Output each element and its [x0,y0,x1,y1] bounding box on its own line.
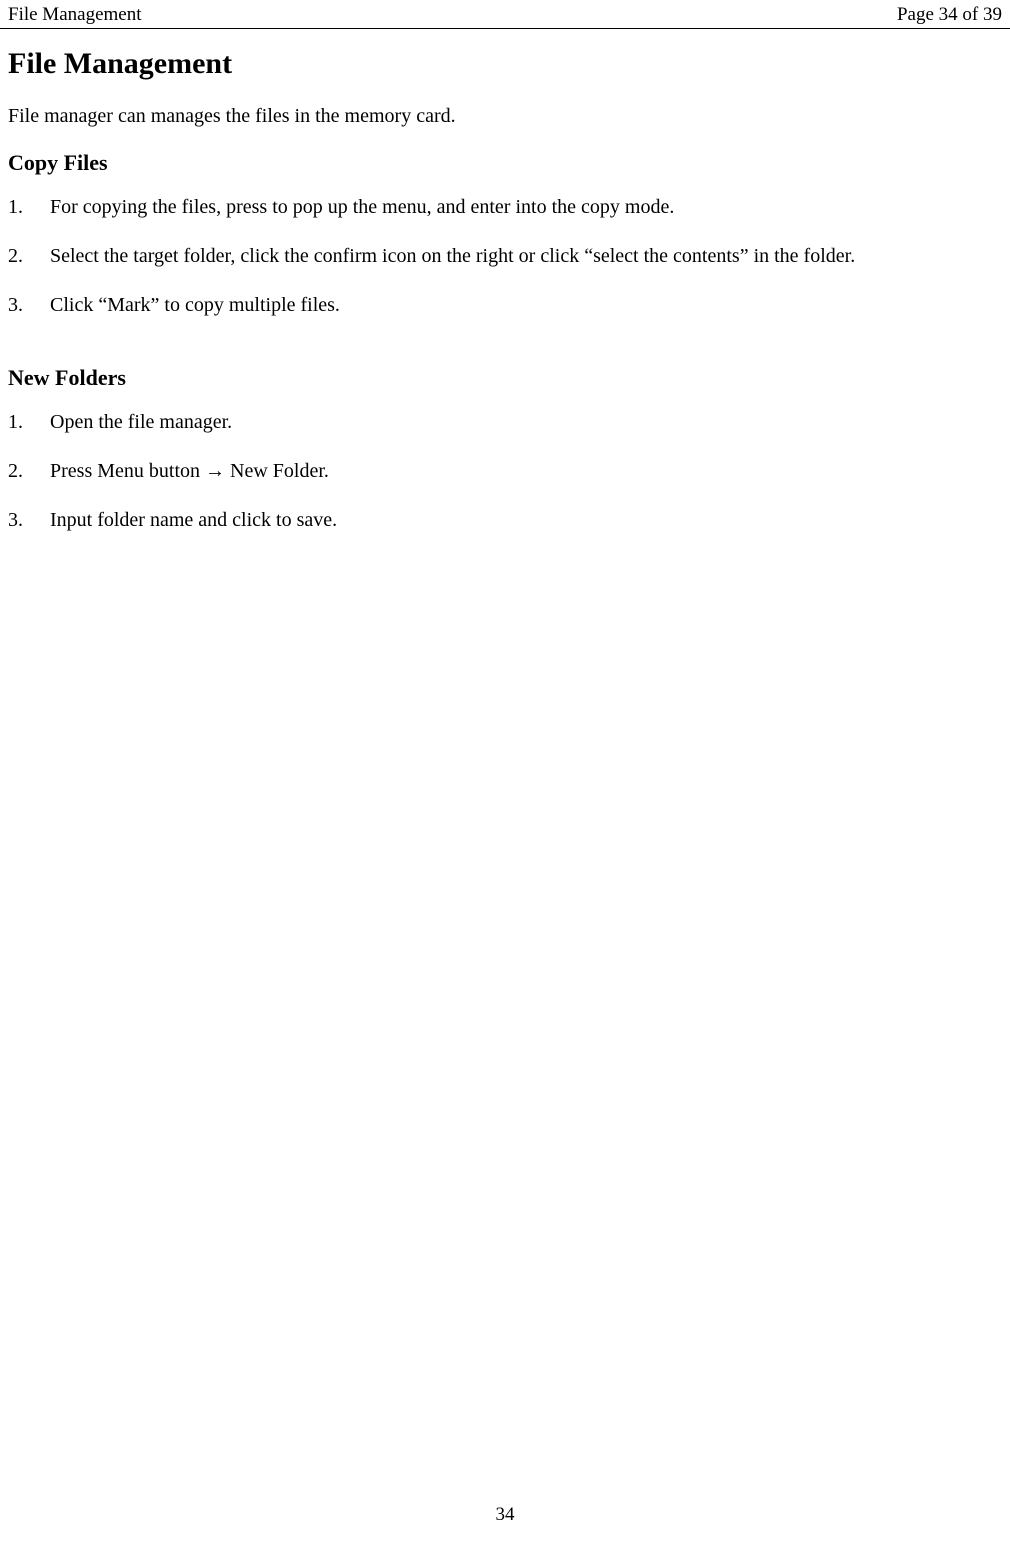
intro-paragraph: File manager can manages the files in th… [8,105,1002,128]
list-item: Open the file manager. [8,409,1002,436]
list-item: Select the target folder, click the conf… [8,243,1002,270]
list-item: Press Menu button → New Folder. [8,458,1002,485]
list-item: For copying the files, press to pop up t… [8,194,1002,221]
list-item: Input folder name and click to save. [8,507,1002,534]
page-header: File Management Page 34 of 39 [0,0,1010,29]
copy-files-list: For copying the files, press to pop up t… [8,194,1002,319]
section-new-folders-title: New Folders [8,365,1002,391]
header-title: File Management [8,4,142,26]
page-content: File Management File manager can manages… [0,29,1010,534]
page-title: File Management [8,47,1002,81]
list-item: Click “Mark” to copy multiple files. [8,292,1002,319]
new-folders-list: Open the file manager. Press Menu button… [8,409,1002,534]
footer-page-number: 34 [0,1504,1010,1526]
section-copy-files-title: Copy Files [8,150,1002,176]
header-page-indicator: Page 34 of 39 [897,4,1002,26]
